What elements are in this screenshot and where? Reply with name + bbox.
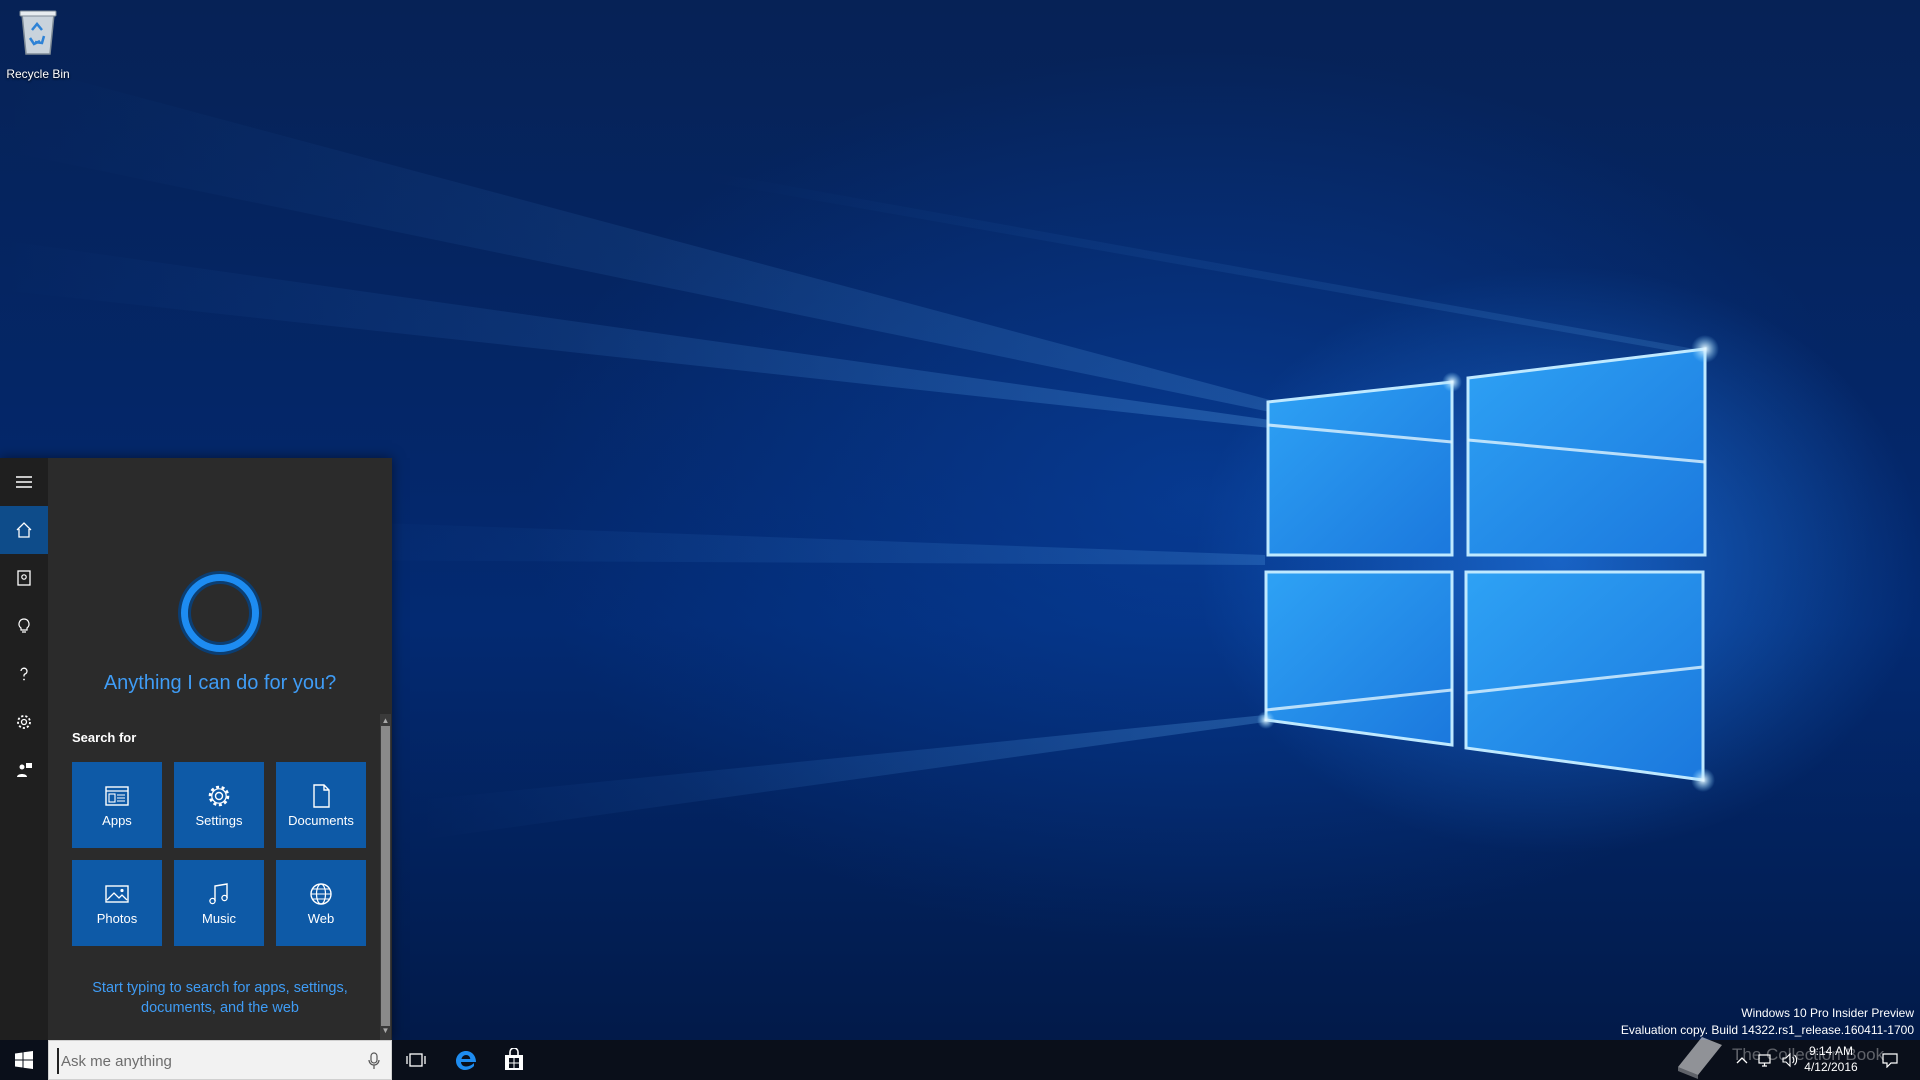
store-button[interactable]: [490, 1040, 538, 1080]
scroll-up-arrow[interactable]: ▲: [381, 716, 390, 726]
document-icon: [313, 783, 330, 808]
tile-label: Apps: [102, 812, 132, 828]
nav-notebook-button[interactable]: [0, 554, 48, 602]
search-apps-tile[interactable]: Apps: [72, 762, 162, 848]
microphone-button[interactable]: [363, 1050, 385, 1072]
task-view-button[interactable]: [392, 1040, 440, 1080]
tile-label: Photos: [96, 910, 138, 926]
cortana-home: Anything I can do for you? Search for Ap…: [48, 458, 392, 1040]
globe-icon: [310, 882, 332, 905]
help-icon: [20, 667, 28, 681]
gear-icon: [17, 715, 31, 729]
feedback-icon: [17, 763, 32, 777]
apps-icon: [105, 785, 129, 806]
tile-label: Settings: [195, 812, 243, 828]
cortana-panel: Anything I can do for you? Search for Ap…: [0, 458, 392, 1040]
search-web-tile[interactable]: Web: [276, 860, 366, 946]
nav-reminders-button[interactable]: [0, 602, 48, 650]
edge-browser-button[interactable]: [442, 1040, 490, 1080]
home-icon: [16, 522, 32, 538]
photo-icon: [105, 884, 129, 903]
recycle-bin-label: Recycle Bin: [6, 67, 70, 81]
search-hint: Start typing to search for apps, setting…: [72, 978, 368, 1018]
scroll-down-arrow[interactable]: ▼: [381, 1026, 390, 1036]
search-settings-tile[interactable]: Settings: [174, 762, 264, 848]
scrollbar-thumb[interactable]: [381, 726, 390, 1026]
gear-icon: [208, 785, 230, 806]
cortana-search-box[interactable]: [48, 1040, 392, 1080]
tile-label: Music: [202, 910, 236, 926]
nav-settings-button[interactable]: [0, 698, 48, 746]
nav-feedback-button[interactable]: [0, 746, 48, 794]
recycle-bin-icon: [19, 10, 57, 55]
collection-book-text: The Collection Book: [1732, 1045, 1885, 1064]
cortana-ring-icon: [181, 574, 259, 652]
search-music-tile[interactable]: Music: [174, 860, 264, 946]
watermark-edition: Windows 10 Pro Insider Preview: [1741, 1006, 1914, 1020]
nav-help-button[interactable]: [0, 650, 48, 698]
microphone-icon: [368, 1052, 380, 1069]
edge-icon: [456, 1051, 476, 1070]
nav-home-button[interactable]: [0, 506, 48, 554]
lightbulb-icon: [18, 618, 30, 633]
tile-label: Web: [307, 910, 335, 926]
task-view-icon: [406, 1053, 426, 1067]
hamburger-menu-button[interactable]: [0, 458, 48, 506]
search-documents-tile[interactable]: Documents: [276, 762, 366, 848]
hamburger-menu-icon: [16, 476, 32, 488]
tile-label: Documents: [288, 812, 354, 828]
search-input[interactable]: [57, 1048, 353, 1074]
notebook-icon: [17, 570, 31, 586]
search-photos-tile[interactable]: Photos: [72, 860, 162, 946]
search-hint-line: documents, and the web: [141, 1000, 299, 1016]
windows-logo-icon: [15, 1051, 33, 1069]
collection-book-overlay: The Collection Book: [1668, 1025, 1920, 1080]
cortana-nav-rail: [0, 458, 48, 1040]
search-hint-line: Start typing to search for apps, setting…: [92, 980, 348, 996]
music-icon: [209, 882, 228, 904]
start-button[interactable]: [0, 1040, 48, 1080]
cortana-greeting: Anything I can do for you?: [103, 672, 337, 694]
book-icon: [1678, 1037, 1722, 1079]
recycle-bin-shortcut[interactable]: Recycle Bin: [4, 6, 72, 81]
taskbar: 9:14 AM 4/12/2016: [0, 1040, 1920, 1080]
search-for-heading: Search for: [72, 730, 137, 745]
store-icon: [505, 1048, 523, 1070]
